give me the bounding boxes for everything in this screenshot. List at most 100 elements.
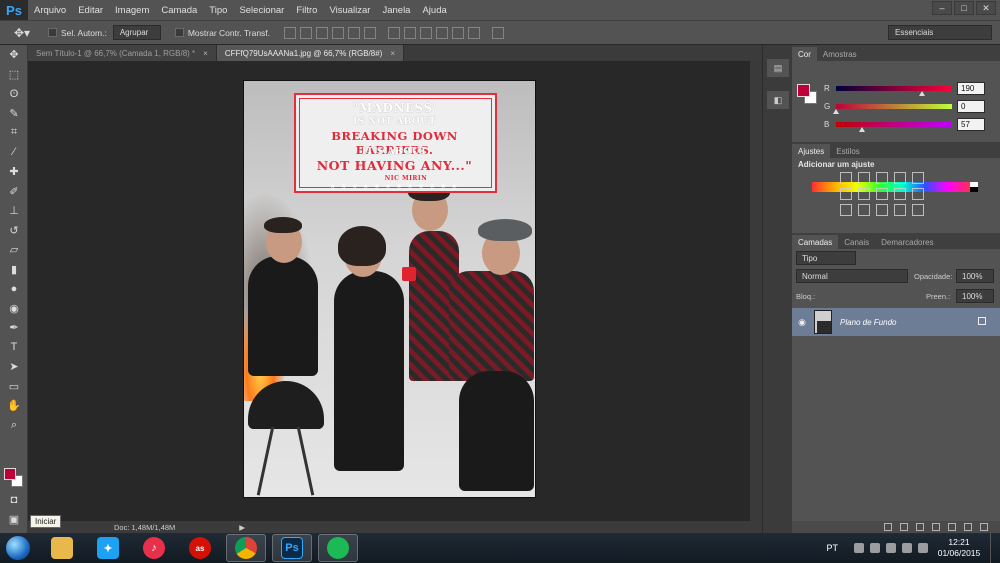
close-button[interactable]: ✕	[976, 1, 996, 15]
hand-tool-icon[interactable]: ✋	[0, 396, 28, 416]
pen-tool-icon[interactable]: ✒	[0, 318, 28, 338]
healing-brush-icon[interactable]: ✚	[0, 162, 28, 182]
quick-selection-icon[interactable]: ✎	[0, 104, 28, 124]
taskbar-chrome[interactable]	[226, 534, 266, 562]
threshold-icon[interactable]	[894, 204, 906, 216]
document-image[interactable]: "MADNESS' IS NOT ABOUT BREAKING DOWN BAR…	[243, 80, 536, 498]
network-icon[interactable]	[902, 543, 912, 553]
taskbar-spotify[interactable]	[318, 534, 358, 562]
group-select[interactable]: Agrupar	[112, 25, 161, 40]
distribute-top-icon[interactable]	[388, 26, 401, 39]
layer-filter-select[interactable]: Tipo	[796, 251, 856, 265]
tab-sem-titulo[interactable]: Sem Título-1 @ 66,7% (Camada 1, RGB/8) *…	[28, 45, 217, 61]
align-bottom-icon[interactable]	[316, 26, 329, 39]
move-tool-icon[interactable]: ✥	[0, 45, 28, 65]
show-desktop-button[interactable]	[990, 533, 1000, 563]
menu-janela[interactable]: Janela	[376, 5, 416, 16]
levels-icon[interactable]	[858, 172, 870, 184]
taskbar-itunes[interactable]: ♪	[134, 534, 174, 562]
gradient-tool-icon[interactable]: ▮	[0, 260, 28, 280]
history-brush-icon[interactable]: ↺	[0, 221, 28, 241]
color-lookup-icon[interactable]	[840, 204, 852, 216]
taskbar-explorer[interactable]	[42, 534, 82, 562]
history-panel-icon[interactable]: ▤	[767, 59, 789, 77]
clone-stamp-icon[interactable]: ⊥	[0, 201, 28, 221]
volume-icon[interactable]	[918, 543, 928, 553]
crop-tool-icon[interactable]: ⌗	[0, 123, 28, 143]
posterize-icon[interactable]	[876, 204, 888, 216]
menu-filtro[interactable]: Filtro	[290, 5, 323, 16]
channel-slider[interactable]	[836, 86, 952, 91]
new-layer-icon[interactable]	[964, 523, 972, 531]
auto-select-checkbox[interactable]	[48, 28, 57, 37]
type-tool-icon[interactable]: T	[0, 338, 28, 358]
foreground-color-swatch[interactable]	[4, 468, 16, 480]
zoom-tool-icon[interactable]: ⌕	[0, 416, 28, 436]
path-selection-icon[interactable]: ➤	[0, 357, 28, 377]
brightness-icon[interactable]	[840, 172, 852, 184]
start-button[interactable]	[0, 533, 36, 563]
hue-saturation-icon[interactable]	[840, 188, 852, 200]
eyedropper-tool-icon[interactable]: ⁄	[0, 143, 28, 163]
move-tool-preset-icon[interactable]: ✥▾	[4, 23, 40, 43]
distribute-left-icon[interactable]	[436, 26, 449, 39]
mask-icon[interactable]	[916, 523, 924, 531]
opacity-input[interactable]: 100%	[956, 269, 994, 283]
color-fg-swatch[interactable]	[797, 84, 810, 97]
channel-value-input[interactable]: 57	[957, 118, 985, 131]
align-left-icon[interactable]	[332, 26, 345, 39]
quick-mask-icon[interactable]: ◘	[0, 490, 28, 510]
menu-visualizar[interactable]: Visualizar	[323, 5, 376, 16]
channel-slider[interactable]	[836, 122, 952, 127]
adjustment-layer-icon[interactable]	[932, 523, 940, 531]
action-center-icon[interactable]	[854, 543, 864, 553]
vibrance-icon[interactable]	[912, 172, 924, 184]
channel-mixer-icon[interactable]	[912, 188, 924, 200]
black-white-icon[interactable]	[876, 188, 888, 200]
photo-filter-icon[interactable]	[894, 188, 906, 200]
screen-mode-icon[interactable]: ▣	[0, 510, 28, 530]
marquee-tool-icon[interactable]: ⬚	[0, 65, 28, 85]
dodge-tool-icon[interactable]: ◉	[0, 299, 28, 319]
link-icon[interactable]	[884, 523, 892, 531]
tab-close-icon[interactable]: ×	[203, 49, 208, 58]
tab-canais[interactable]: Canais	[838, 235, 875, 249]
flag-icon[interactable]	[886, 543, 896, 553]
menu-camada[interactable]: Camada	[155, 5, 203, 16]
align-hcenter-icon[interactable]	[348, 26, 361, 39]
menu-selecionar[interactable]: Selecionar	[233, 5, 290, 16]
fx-icon[interactable]	[900, 523, 908, 531]
group-folder-icon[interactable]	[948, 523, 956, 531]
tab-demarcadores[interactable]: Demarcadores	[875, 235, 939, 249]
menu-tipo[interactable]: Tipo	[203, 5, 233, 16]
visibility-eye-icon[interactable]: ◉	[792, 317, 812, 328]
channel-value-input[interactable]: 190	[957, 82, 985, 95]
distribute-hcenter-icon[interactable]	[452, 26, 465, 39]
tab-close-icon[interactable]: ×	[390, 49, 395, 58]
color-balance-icon[interactable]	[858, 188, 870, 200]
slider-thumb-icon[interactable]	[833, 109, 839, 114]
channel-slider[interactable]	[836, 104, 952, 109]
exposure-icon[interactable]	[894, 172, 906, 184]
menu-ajuda[interactable]: Ajuda	[416, 5, 452, 16]
auto-align-icon[interactable]	[492, 26, 505, 39]
clock[interactable]: 12:21 01/06/2015	[934, 537, 984, 559]
language-indicator[interactable]: PT	[826, 543, 838, 553]
tray-app-icon[interactable]	[870, 543, 880, 553]
selective-color-icon[interactable]	[912, 204, 924, 216]
vertical-scrollbar[interactable]	[750, 61, 762, 521]
show-transform-checkbox[interactable]	[174, 28, 184, 37]
invert-icon[interactable]	[858, 204, 870, 216]
blur-tool-icon[interactable]: ●	[0, 279, 28, 299]
brush-tool-icon[interactable]: ✐	[0, 182, 28, 202]
blend-mode-select[interactable]: Normal	[796, 269, 908, 283]
distribute-right-icon[interactable]	[468, 26, 481, 39]
photoshop-logo[interactable]: Ps	[0, 0, 28, 20]
taskbar-twitter[interactable]: ✦	[88, 534, 128, 562]
lasso-tool-icon[interactable]: ʘ	[0, 84, 28, 104]
eraser-tool-icon[interactable]: ▱	[0, 240, 28, 260]
menu-arquivo[interactable]: Arquivo	[28, 5, 72, 16]
properties-panel-icon[interactable]: ◧	[767, 91, 789, 109]
distribute-vcenter-icon[interactable]	[404, 26, 417, 39]
tab-cfff-jpg[interactable]: CFFfQ79UsAAANa1.jpg @ 66,7% (RGB/8#) ×	[216, 45, 405, 61]
